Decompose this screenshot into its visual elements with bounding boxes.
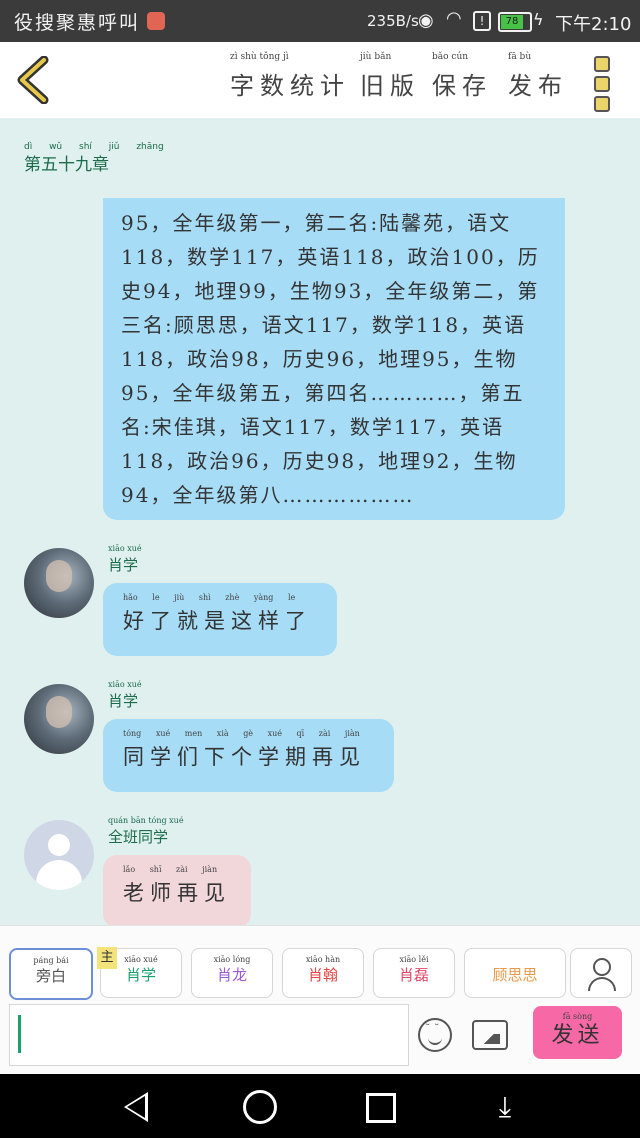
status-bar: 役搜聚惠呼叫 235B/s ◉ ◠ ! 78 ϟ 下午2:10 (0, 0, 640, 42)
alert-icon: ! (473, 11, 491, 31)
eye-icon: ◉ (418, 10, 434, 31)
role-xiaolei[interactable]: xiāo lěi 肖磊 (373, 948, 455, 998)
role-label: 旁白 (35, 967, 66, 985)
role-label: 肖龙 (216, 966, 247, 984)
old-version-button[interactable]: jiù bǎn 旧版 (360, 52, 420, 101)
message-bubble[interactable]: tóng xué men xià gè xué qī zài jiàn 同学们下… (103, 719, 394, 792)
battery-level: 78 (501, 15, 523, 29)
notification-app-icon (147, 12, 165, 30)
role-pinyin: xiāo lóng (213, 955, 251, 964)
image-icon[interactable] (472, 1020, 508, 1050)
role-label: 肖翰 (307, 966, 338, 984)
charging-icon: ϟ (533, 10, 544, 29)
nav-recents-icon[interactable] (366, 1093, 396, 1123)
message-bubble[interactable]: hǎo le jiù shì zhè yàng le 好了就是这样了 (103, 583, 337, 656)
emoji-icon[interactable] (418, 1018, 452, 1052)
word-count-button[interactable]: zì shù tǒng jì 字数统计 (230, 52, 350, 101)
role-pinyin: xiāo xué (124, 955, 158, 964)
send-pinyin: fā sòng (562, 1012, 593, 1021)
narration-bubble[interactable]: 95，全年级第一，第二名:陆馨苑，语文118，数学117，英语118，政治100… (103, 198, 565, 520)
role-pinyin: xiāo hàn (305, 955, 341, 964)
nav-home-icon[interactable] (243, 1090, 277, 1124)
default-avatar-icon[interactable] (24, 820, 94, 890)
add-role-icon[interactable] (570, 948, 632, 998)
message-content: 同学们下个学期再见 (123, 745, 366, 769)
battery-icon: 78 (498, 12, 532, 32)
role-xiaolong[interactable]: xiāo lóng 肖龙 (191, 948, 273, 998)
save-button[interactable]: bǎo cún 保存 (432, 52, 492, 101)
message-pinyin: tóng xué men xià gè xué qī zài jiàn (123, 729, 360, 738)
sender-name: xiāo xué 肖学 (108, 680, 142, 711)
message-input[interactable] (9, 1004, 409, 1066)
net-speed: 235B/s (367, 12, 419, 30)
editor-toolbar: zì shù tǒng jì 字数统计 jiù bǎn 旧版 bǎo cún 保… (0, 42, 640, 118)
sender-name-pinyin: quán bān tóng xué (108, 816, 184, 825)
role-narrator[interactable]: páng bái 旁白 (9, 948, 93, 1000)
message-content: 好了就是这样了 (123, 609, 312, 633)
old-version-label: 旧版 (360, 72, 420, 100)
role-pinyin: páng bái (33, 956, 69, 965)
role-label: 顾思思 (492, 966, 538, 984)
sender-name: xiāo xué 肖学 (108, 544, 142, 575)
chapter-title: 第五十九章 (24, 155, 109, 175)
message-content: 老师再见 (123, 881, 231, 905)
publish-label: 发布 (508, 72, 568, 100)
message-pinyin: hǎo le jiù shì zhè yàng le (123, 593, 296, 602)
role-xiaohan[interactable]: xiāo hàn 肖翰 (282, 948, 364, 998)
publish-button[interactable]: fā bù 发布 (508, 52, 568, 101)
old-version-pinyin: jiù bǎn (360, 52, 392, 62)
avatar[interactable] (24, 548, 94, 618)
wifi-icon: ◠ (446, 8, 462, 29)
sender-name: quán bān tóng xué 全班同学 (108, 816, 184, 847)
message-bubble[interactable]: lǎo shī zài jiàn 老师再见 (103, 855, 251, 928)
save-pinyin: bǎo cún (432, 52, 469, 62)
status-left-text: 役搜聚惠呼叫 (14, 12, 141, 34)
nav-back-icon[interactable] (124, 1092, 148, 1122)
role-pinyin: xiāo lěi (399, 955, 429, 964)
sender-name-text: 肖学 (108, 692, 139, 710)
message-pinyin: lǎo shī zài jiàn (123, 865, 218, 874)
send-button[interactable]: fā sòng 发送 (533, 1006, 622, 1059)
narration-text: 95，全年级第一，第二名:陆馨苑，语文118，数学117，英语118，政治100… (121, 211, 540, 507)
sender-name-text: 肖学 (108, 556, 139, 574)
message-text: lǎo shī zài jiàn 老师再见 (123, 865, 231, 907)
system-nav-bar: ⤓ (0, 1074, 640, 1138)
role-label: 肖学 (125, 966, 156, 984)
composer: páng bái 旁白 主 xiāo xué 肖学 xiāo lóng 肖龙 x… (0, 925, 640, 1074)
sender-name-pinyin: xiāo xué (108, 680, 142, 689)
send-label: 发送 (551, 1023, 604, 1048)
message-text: hǎo le jiù shì zhè yàng le 好了就是这样了 (123, 593, 312, 635)
role-gusisi[interactable]: 顾思思 (464, 948, 566, 998)
nav-notifications-icon[interactable]: ⤓ (488, 1090, 522, 1124)
publish-pinyin: fā bù (508, 52, 532, 62)
avatar[interactable] (24, 684, 94, 754)
more-menu-icon[interactable] (594, 56, 614, 112)
sender-name-text: 全班同学 (108, 828, 169, 846)
role-label: 肖磊 (398, 966, 429, 984)
word-count-pinyin: zì shù tǒng jì (230, 52, 289, 62)
sender-name-pinyin: xiāo xué (108, 544, 142, 553)
clock: 下午2:10 (555, 14, 632, 35)
word-count-label: 字数统计 (230, 72, 350, 100)
message-text: tóng xué men xià gè xué qī zài jiàn 同学们下… (123, 729, 366, 771)
back-arrow-icon[interactable] (14, 56, 54, 104)
save-label: 保存 (432, 72, 492, 100)
text-cursor (18, 1015, 21, 1053)
role-xiaoxue[interactable]: 主 xiāo xué 肖学 (97, 947, 182, 998)
